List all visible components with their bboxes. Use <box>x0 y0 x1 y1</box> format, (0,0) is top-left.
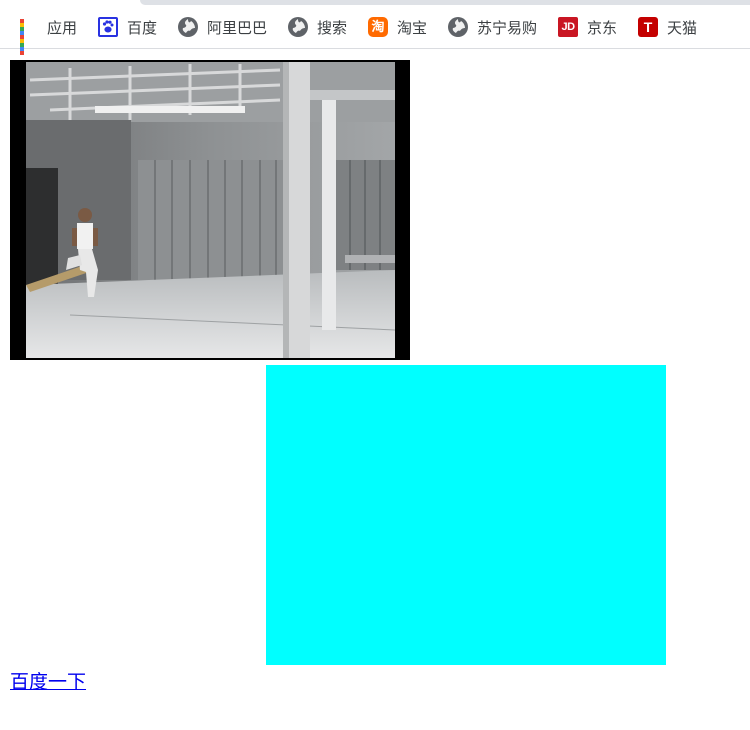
bookmark-taobao-label: 淘宝 <box>397 19 428 37</box>
bookmark-suning[interactable]: 苏宁易购 <box>448 14 537 40</box>
globe-icon <box>178 17 198 37</box>
globe-icon <box>288 17 308 37</box>
bookmark-search[interactable]: 搜索 <box>288 14 347 40</box>
bookmarks-bar: 应用 百度 阿里巴巴 搜索 淘 淘宝 苏宁易购 JD 京东 T 天猫 <box>0 0 750 55</box>
bookmark-tmall[interactable]: T 天猫 <box>638 14 697 40</box>
taobao-icon: 淘 <box>368 17 388 37</box>
bookmark-suning-label: 苏宁易购 <box>477 19 538 37</box>
globe-icon <box>448 17 468 37</box>
bookmark-tmall-label: 天猫 <box>667 19 698 37</box>
bookmark-alibaba[interactable]: 阿里巴巴 <box>178 14 267 40</box>
baidu-paw-icon <box>98 17 118 37</box>
jd-icon: JD <box>558 17 578 37</box>
locker-room-video-frame <box>10 60 410 360</box>
bookmark-jd-label: 京东 <box>587 19 618 37</box>
bookmark-baidu-label: 百度 <box>127 19 158 37</box>
baidu-search-link[interactable]: 百度一下 <box>10 667 86 694</box>
apps-grid-icon <box>18 17 38 55</box>
bookmark-apps[interactable]: 应用 <box>18 14 78 55</box>
bookmark-baidu[interactable]: 百度 <box>98 14 157 40</box>
cyan-box <box>266 365 666 665</box>
tmall-icon: T <box>638 17 658 37</box>
bookmark-apps-label: 应用 <box>47 19 78 37</box>
video-player[interactable] <box>10 60 410 360</box>
bookmark-jd[interactable]: JD 京东 <box>558 14 617 40</box>
bookmark-search-label: 搜索 <box>317 19 348 37</box>
bookmark-taobao[interactable]: 淘 淘宝 <box>368 14 427 40</box>
bookmark-alibaba-label: 阿里巴巴 <box>207 19 268 37</box>
